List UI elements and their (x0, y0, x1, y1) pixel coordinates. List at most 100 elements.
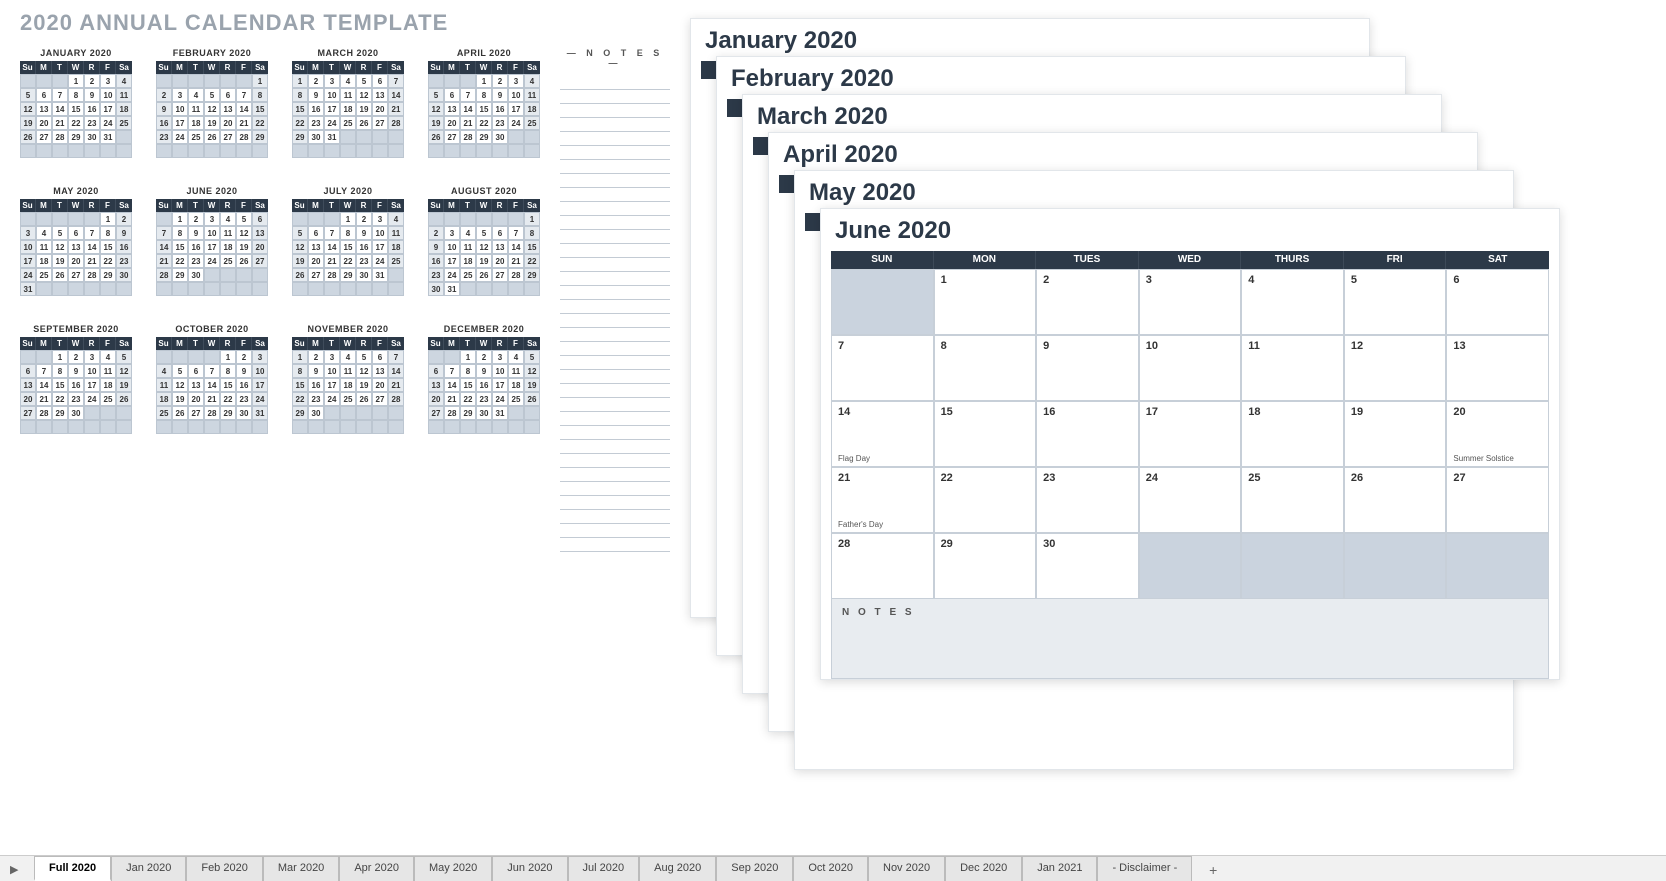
calendar-cell[interactable]: 17 (1139, 401, 1242, 467)
sheet-title: January 2020 (691, 19, 1369, 61)
sheet-tab[interactable]: Aug 2020 (639, 856, 716, 881)
calendar-cell[interactable]: 6 (1446, 269, 1549, 335)
calendar-cell[interactable]: 30 (1036, 533, 1139, 599)
notes-line[interactable] (560, 510, 670, 524)
mini-month: SEPTEMBER 2020SuMTWRFSa12345678910111213… (20, 324, 132, 434)
notes-line[interactable] (560, 524, 670, 538)
notes-line[interactable] (560, 328, 670, 342)
sheet-tab[interactable]: Jan 2020 (111, 856, 186, 881)
sheet-tab[interactable]: Mar 2020 (263, 856, 339, 881)
mini-month-title: SEPTEMBER 2020 (20, 324, 132, 334)
sheet-tab[interactable]: Feb 2020 (186, 856, 262, 881)
notes-line[interactable] (560, 244, 670, 258)
calendar-cell[interactable] (1241, 533, 1344, 599)
calendar-cell[interactable]: 21Father's Day (831, 467, 934, 533)
calendar-cell[interactable]: 5 (1344, 269, 1447, 335)
notes-line[interactable] (560, 174, 670, 188)
notes-line[interactable] (560, 118, 670, 132)
calendar-cell[interactable] (1446, 533, 1549, 599)
notes-line[interactable] (560, 300, 670, 314)
notes-line[interactable] (560, 76, 670, 90)
notes-line[interactable] (560, 370, 670, 384)
notes-line[interactable] (560, 202, 670, 216)
notes-line[interactable] (560, 384, 670, 398)
calendar-cell[interactable]: 28 (831, 533, 934, 599)
calendar-cell[interactable]: 3 (1139, 269, 1242, 335)
notes-line[interactable] (560, 342, 670, 356)
calendar-cell[interactable]: 27 (1446, 467, 1549, 533)
calendar-cell[interactable]: 10 (1139, 335, 1242, 401)
sheet-tab[interactable]: Jul 2020 (568, 856, 640, 881)
calendar-cell[interactable]: 25 (1241, 467, 1344, 533)
calendar-cell[interactable]: 4 (1241, 269, 1344, 335)
notes-line[interactable] (560, 146, 670, 160)
mini-month: AUGUST 2020SuMTWRFSa12345678910111213141… (428, 186, 540, 296)
notes-line[interactable] (560, 482, 670, 496)
notes-line[interactable] (560, 538, 670, 552)
calendar-cell[interactable]: 7 (831, 335, 934, 401)
notes-line[interactable] (560, 160, 670, 174)
sheet-tab[interactable]: Oct 2020 (793, 856, 868, 881)
calendar-cell[interactable]: 12 (1344, 335, 1447, 401)
calendar-cell[interactable]: 11 (1241, 335, 1344, 401)
calendar-cell[interactable] (831, 269, 934, 335)
mini-month-title: JUNE 2020 (156, 186, 268, 196)
calendar-cell[interactable]: 23 (1036, 467, 1139, 533)
notes-line[interactable] (560, 216, 670, 230)
calendar-cell[interactable]: 20Summer Solstice (1446, 401, 1549, 467)
notes-line[interactable] (560, 132, 670, 146)
calendar-cell[interactable]: 1 (934, 269, 1037, 335)
notes-line[interactable] (560, 104, 670, 118)
notes-line[interactable] (560, 496, 670, 510)
calendar-cell[interactable]: 24 (1139, 467, 1242, 533)
notes-line[interactable] (560, 426, 670, 440)
sheet-tab[interactable]: Dec 2020 (945, 856, 1022, 881)
notes-line[interactable] (560, 412, 670, 426)
notes-line[interactable] (560, 230, 670, 244)
notes-line[interactable] (560, 90, 670, 104)
notes-line[interactable] (560, 356, 670, 370)
calendar-cell[interactable]: 22 (934, 467, 1037, 533)
add-sheet-button[interactable]: + (1200, 859, 1226, 881)
calendar-cell[interactable]: 19 (1344, 401, 1447, 467)
notes-line[interactable] (560, 454, 670, 468)
tab-nav-arrow-icon[interactable]: ▶ (10, 863, 18, 876)
mini-month-title: OCTOBER 2020 (156, 324, 268, 334)
notes-line[interactable] (560, 286, 670, 300)
calendar-cell[interactable]: 16 (1036, 401, 1139, 467)
calendar-event: Flag Day (838, 454, 870, 463)
mini-month: OCTOBER 2020SuMTWRFSa1234567891011121314… (156, 324, 268, 434)
calendar-cell[interactable] (1139, 533, 1242, 599)
calendar-cell[interactable]: 15 (934, 401, 1037, 467)
june-sheet: June 2020SUNMONTUESWEDTHURSFRISAT1234567… (820, 208, 1560, 680)
calendar-cell[interactable]: 14Flag Day (831, 401, 934, 467)
sheet-tab[interactable]: - Disclaimer - (1097, 856, 1192, 881)
mini-month-title: APRIL 2020 (428, 48, 540, 58)
notes-line[interactable] (560, 468, 670, 482)
calendar-cell[interactable]: 18 (1241, 401, 1344, 467)
calendar-cell[interactable]: 13 (1446, 335, 1549, 401)
notes-line[interactable] (560, 440, 670, 454)
sheet-tab[interactable]: Sep 2020 (716, 856, 793, 881)
calendar-cell[interactable]: 9 (1036, 335, 1139, 401)
calendar-cell[interactable]: 8 (934, 335, 1037, 401)
calendar-cell[interactable]: 26 (1344, 467, 1447, 533)
mini-month: JUNE 2020SuMTWRFSa1234567891011121314151… (156, 186, 268, 296)
sheet-tab[interactable]: May 2020 (414, 856, 492, 881)
calendar-cell[interactable]: 2 (1036, 269, 1139, 335)
sheet-tab[interactable]: Nov 2020 (868, 856, 945, 881)
sheet-tab[interactable]: Jun 2020 (492, 856, 567, 881)
mini-month: NOVEMBER 2020SuMTWRFSa123456789101112131… (292, 324, 404, 434)
sheet-tab[interactable]: Apr 2020 (339, 856, 414, 881)
notes-line[interactable] (560, 188, 670, 202)
month-notes-box[interactable]: N O T E S (831, 599, 1549, 679)
notes-line[interactable] (560, 398, 670, 412)
calendar-cell[interactable]: 29 (934, 533, 1037, 599)
sheet-title: February 2020 (717, 57, 1405, 99)
notes-line[interactable] (560, 272, 670, 286)
sheet-tab[interactable]: Jan 2021 (1022, 856, 1097, 881)
sheet-tab[interactable]: Full 2020 (34, 856, 111, 881)
notes-line[interactable] (560, 314, 670, 328)
calendar-cell[interactable] (1344, 533, 1447, 599)
notes-line[interactable] (560, 258, 670, 272)
